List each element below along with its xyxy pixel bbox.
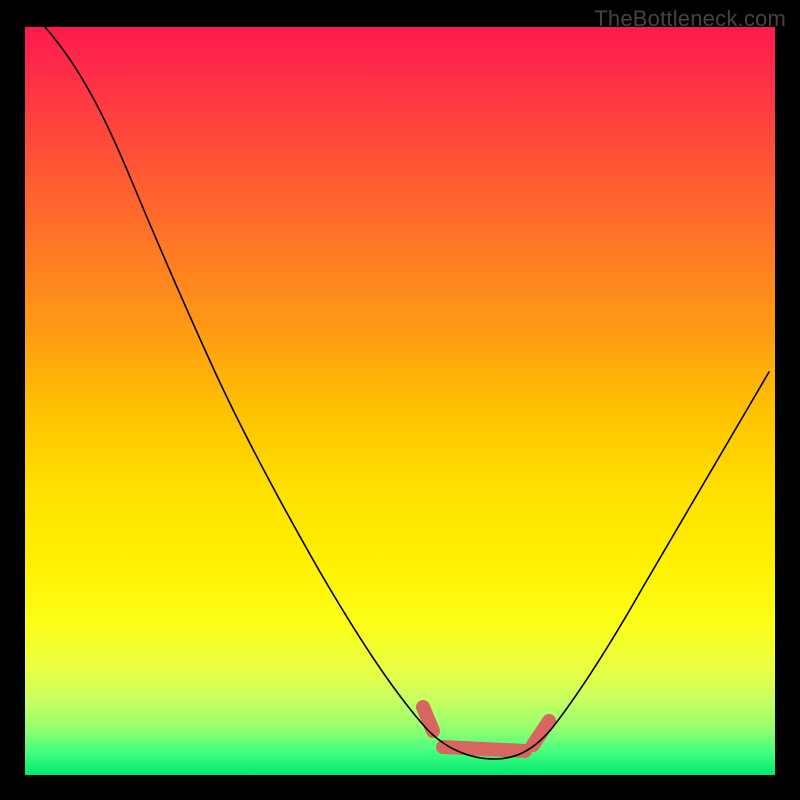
chart-svg bbox=[25, 27, 775, 775]
chart-plot-area bbox=[25, 27, 775, 775]
bottleneck-curve bbox=[45, 27, 769, 759]
attribution-text: TheBottleneck.com bbox=[594, 6, 786, 32]
highlight-segment-3 bbox=[533, 721, 549, 745]
